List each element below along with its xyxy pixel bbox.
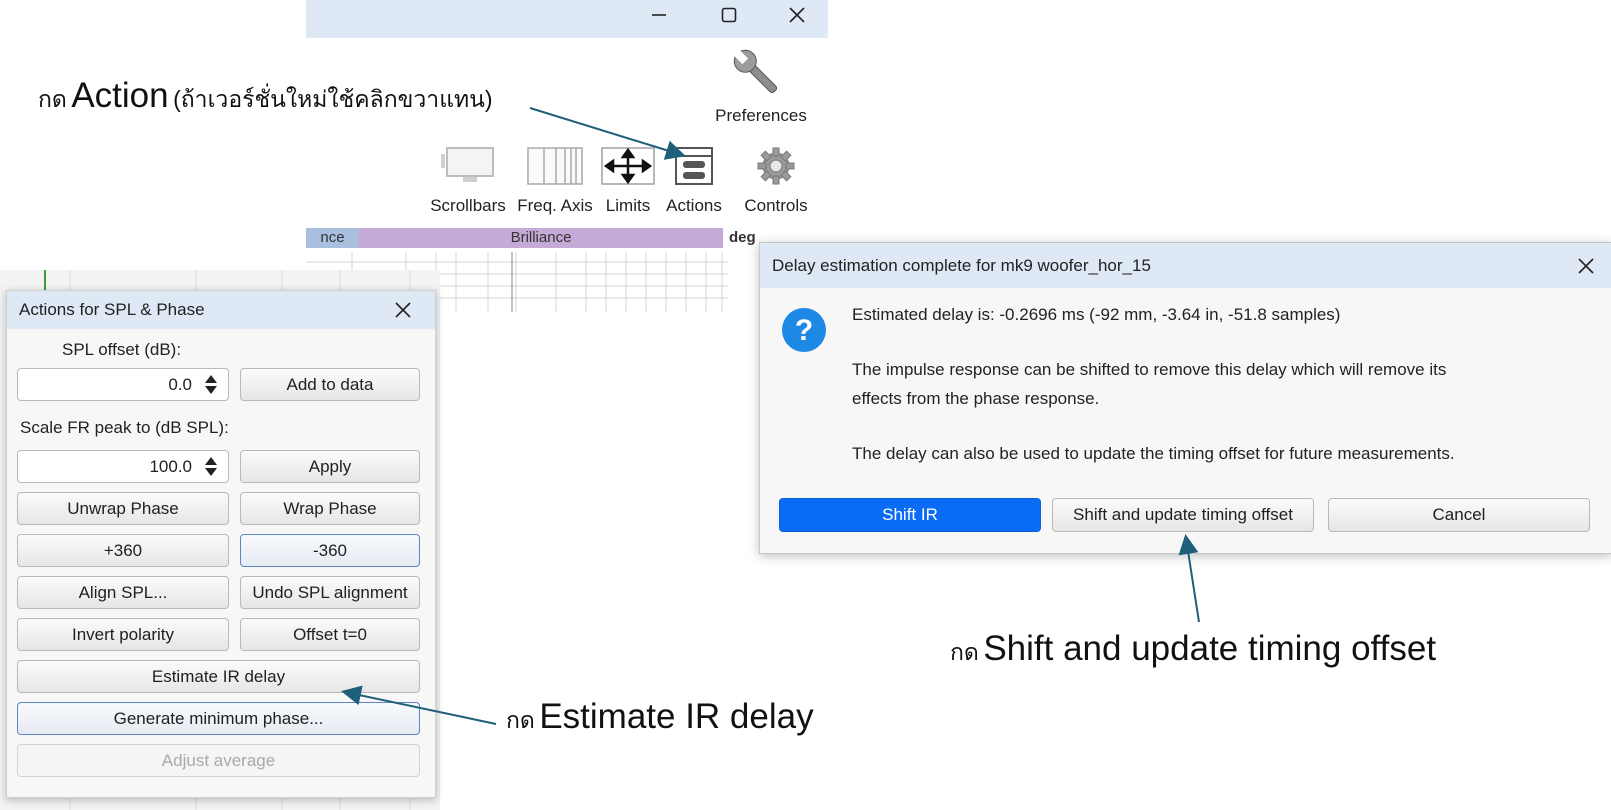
arrow-to-actions	[529, 107, 686, 160]
arrow-to-shift-update	[1178, 534, 1200, 623]
annotation-arrows	[341, 107, 1200, 725]
arrow-to-estimate-ir	[341, 685, 497, 725]
